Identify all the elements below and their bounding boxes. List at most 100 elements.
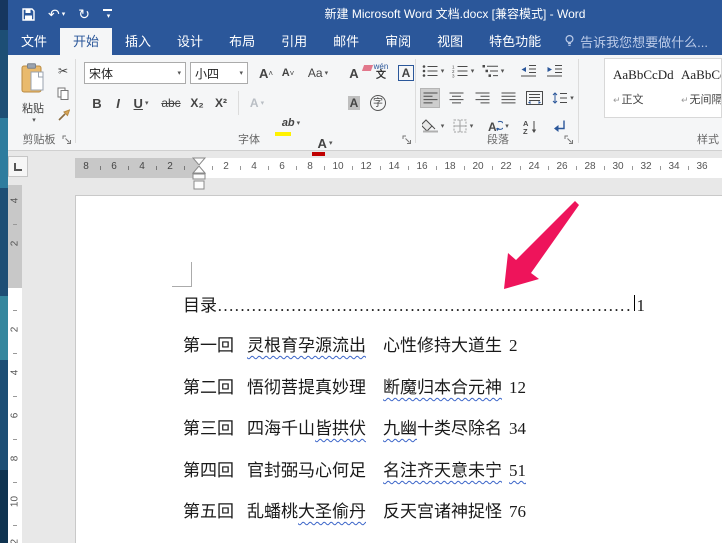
cut-button[interactable]: ✂ (54, 61, 72, 81)
font-size-combo[interactable]: 小四 ▾ (190, 62, 248, 84)
style-card-1[interactable]: AaBbCcDd ↵无间隔 (673, 59, 721, 117)
title-segment: 名注齐天意未宁 (383, 461, 502, 480)
h-ruler-tick (184, 166, 185, 170)
multilevel-list-button[interactable]: ▾ (480, 61, 506, 81)
font-size-value: 小四 (195, 66, 220, 81)
tab-layout[interactable]: 布局 (216, 28, 268, 55)
character-shading-button[interactable]: A (344, 93, 364, 113)
tab-mailings[interactable]: 邮件 (320, 28, 372, 55)
save-icon[interactable] (22, 7, 35, 21)
text-effects-button[interactable]: A ▾ (244, 93, 270, 113)
tab-view[interactable]: 视图 (424, 28, 476, 55)
grow-font-button[interactable]: A ˄ (256, 63, 276, 83)
title-segment: 皆拱伏 (315, 419, 366, 438)
character-border-button[interactable]: A (396, 63, 416, 83)
h-ruler-tick (268, 166, 269, 170)
distributed-button[interactable] (524, 88, 544, 108)
tab-home[interactable]: 开始 (60, 28, 113, 55)
underline-button[interactable]: U ▾ (128, 93, 154, 113)
toc-heading-line[interactable]: 目录 …………………………………………………………………………………………………… (183, 291, 645, 316)
h-ruler-tick (156, 166, 157, 170)
format-painter-button[interactable] (54, 105, 72, 125)
align-center-icon (449, 92, 463, 103)
phonetic-guide-button[interactable]: wén 文 (370, 62, 392, 82)
superscript-button[interactable]: X² (210, 93, 232, 113)
h-ruler-number: 26 (556, 161, 568, 172)
toc-entry-5[interactable]: 第五回 乱蟠桃大圣偷丹 反天宫诸神捉怪 76 (183, 497, 526, 522)
toc-entry-3[interactable]: 第三回 四海千山皆拱伏 九幽十类尽除名 34 (183, 414, 526, 439)
align-center-button[interactable] (446, 88, 466, 108)
paste-button[interactable]: 粘贴 ▾ (13, 59, 53, 133)
increase-indent-button[interactable] (544, 61, 564, 81)
v-ruler-number: 2 (9, 326, 21, 333)
document-page[interactable] (75, 195, 722, 543)
indent-markers[interactable] (191, 157, 207, 196)
copy-button[interactable] (54, 83, 72, 103)
paste-dropdown-icon[interactable]: ▾ (32, 116, 36, 124)
h-ruler-tick (324, 166, 325, 170)
numbering-button[interactable]: 1 2 3 ▾ (450, 61, 476, 81)
h-ruler-tick (576, 166, 577, 170)
undo-dropdown-icon[interactable]: ▾ (62, 11, 66, 18)
tab-insert[interactable]: 插入 (112, 28, 164, 55)
subscript-button[interactable]: X₂ (186, 93, 208, 113)
font-group-label: 字体 (238, 134, 260, 146)
align-left-button[interactable] (420, 88, 440, 108)
align-right-button[interactable] (472, 88, 492, 108)
customize-qat-button[interactable]: ▾ (102, 8, 112, 20)
chapter-title-1: 四海千山皆拱伏 (247, 419, 366, 438)
line-spacing-button[interactable]: ▾ (550, 88, 576, 108)
horizontal-ruler[interactable]: 8 6 4 2 2 4 6 8 10 12 14 16 18 20 22 24 26 28 30 32 34 36 (75, 158, 722, 178)
toc-entry-2[interactable]: 第二回 悟彻菩提真妙理 断魔归本合元神 12 (183, 373, 526, 398)
h-ruler-number: 20 (472, 161, 484, 172)
justify-button[interactable] (498, 88, 518, 108)
bold-button[interactable]: B (88, 93, 106, 113)
tab-design[interactable]: 设计 (164, 28, 216, 55)
title-segment: 十类尽除名 (417, 419, 502, 438)
svg-text:3: 3 (452, 74, 455, 79)
tab-review[interactable]: 审阅 (372, 28, 424, 55)
vertical-ruler[interactable]: 4 2 2 4 6 8 10 12 (8, 185, 22, 543)
v-ruler-tick (13, 223, 17, 225)
tab-references[interactable]: 引用 (268, 28, 320, 55)
h-ruler-tick (212, 166, 213, 170)
chapter-title-2: 断魔归本合元神 (383, 378, 502, 397)
tab-stop-icon (14, 162, 22, 171)
v-ruler-tick (13, 395, 17, 397)
decrease-indent-button[interactable] (518, 61, 538, 81)
tell-me-box[interactable]: 告诉我您想要做什么... (554, 28, 708, 55)
title-bar: ↶ ▾ ↻ ▾ 新建 Microsoft Word 文档.docx [兼容模式] … (8, 0, 722, 28)
h-ruler-tick (492, 166, 493, 170)
h-ruler-tick (548, 166, 549, 170)
title-segment: 断魔归本合元神 (383, 378, 502, 397)
v-ruler-tick (13, 438, 17, 440)
font-dialog-launcher[interactable] (402, 135, 413, 146)
clipboard-dialog-launcher[interactable] (62, 135, 73, 146)
distributed-icon (525, 91, 543, 105)
window-title: 新建 Microsoft Word 文档.docx [兼容模式] - Word (324, 7, 586, 21)
tab-special-features[interactable]: 特色功能 (476, 28, 554, 55)
shrink-font-button[interactable]: A ˅ (278, 63, 298, 83)
undo-button[interactable]: ↶ ▾ (48, 7, 65, 21)
tab-stop-selector[interactable] (8, 156, 28, 177)
strikethrough-button[interactable]: abc (158, 93, 184, 113)
justify-icon (501, 92, 515, 103)
font-name-combo[interactable]: 宋体 ▾ (84, 62, 186, 84)
change-case-button[interactable]: Aa ▾ (304, 63, 332, 83)
ribbon-home: 粘贴 ▾ ✂ 剪贴板 宋体 ▾ 小四 ▾ A ˄ A ˅ Aa ▾ A wén 文 A B … (8, 55, 722, 156)
toc-entry-1[interactable]: 第一回 灵根育孕源流出 心性修持大道生 2 (183, 331, 518, 356)
clear-formatting-button[interactable]: A (342, 63, 374, 83)
style-card-0[interactable]: AaBbCcDd ↵正文 (605, 59, 674, 117)
toc-entry-4[interactable]: 第四回 官封弼马心何足 名注齐天意未宁 51 (183, 456, 526, 481)
enclose-characters-button[interactable]: 字 (368, 93, 388, 113)
tab-file[interactable]: 文件 (8, 28, 60, 55)
italic-button[interactable]: I (110, 93, 126, 113)
paragraph-dialog-launcher[interactable] (564, 135, 575, 146)
redo-button[interactable]: ↻ (78, 7, 90, 21)
style-preview: AaBbCcDd (613, 67, 674, 82)
highlight-color-button[interactable]: ab ▾ (275, 113, 306, 136)
h-ruler-number: 16 (416, 161, 428, 172)
bullets-button[interactable]: ▾ (420, 61, 446, 81)
chapter-title-2: 九幽十类尽除名 (383, 419, 502, 438)
h-ruler-number: 18 (444, 161, 456, 172)
